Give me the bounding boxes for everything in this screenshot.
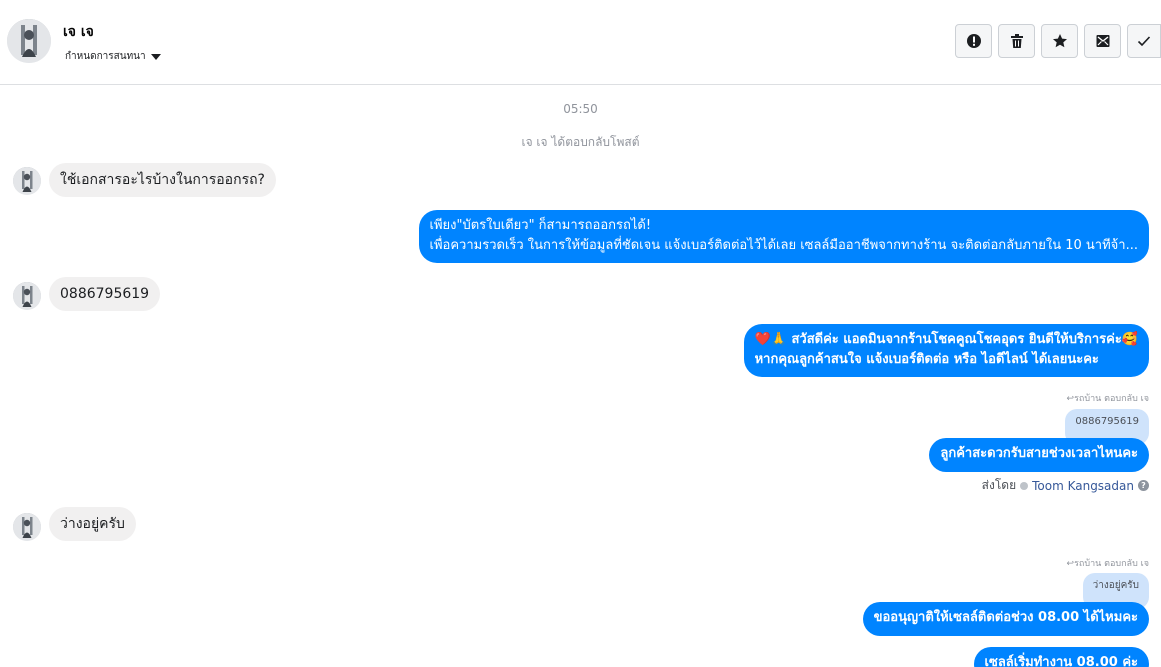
outgoing-message[interactable]: ลูกค้าสะดวกรับสายช่วงเวลาไหนคะ xyxy=(929,438,1149,472)
star-icon xyxy=(1052,34,1067,48)
message-timestamp: 05:50 xyxy=(563,102,598,116)
sender-avatar[interactable] xyxy=(13,282,41,310)
reply-to-label: ↩รถบ้าน ตอบกลับ เจ xyxy=(1066,559,1149,569)
help-icon[interactable]: ? xyxy=(1138,480,1149,491)
alert-icon xyxy=(966,34,981,48)
star-button[interactable] xyxy=(1041,24,1078,58)
mark-unread-button[interactable] xyxy=(1084,24,1121,58)
delete-button[interactable] xyxy=(998,24,1035,58)
caret-down-icon xyxy=(150,53,161,60)
outgoing-message[interactable]: เซลล์เริ่มทำงาน 08.00 ค่ะ xyxy=(973,647,1149,667)
incoming-message[interactable]: 0886795619 xyxy=(49,277,161,311)
mark-unread-icon xyxy=(1096,35,1109,47)
agent-name-link[interactable]: Toom Kangsadan xyxy=(1032,479,1134,493)
message-line: เพียง"บัตรใบเดียว" ก็สามารถออกรถได้! xyxy=(429,218,652,233)
mark-spam-button[interactable] xyxy=(955,24,992,58)
trash-icon xyxy=(1010,34,1023,48)
incoming-message[interactable]: ใช้เอกสารอะไรบ้างในการออกรถ? xyxy=(49,163,276,197)
conversation-header: เจ เจ กำหนดการสนทนา xyxy=(0,0,1161,85)
incoming-message[interactable]: ว่างอยู่ครับ xyxy=(49,507,136,541)
mark-done-button[interactable] xyxy=(1127,24,1161,58)
reply-to-label: ↩รถบ้าน ตอบกลับ เจ xyxy=(1066,394,1149,404)
conversation-toolbar xyxy=(955,24,1161,58)
sent-by-prefix: ส่งโดย xyxy=(981,478,1017,492)
sender-avatar[interactable] xyxy=(13,167,41,195)
contact-avatar[interactable] xyxy=(7,19,51,63)
outgoing-message[interactable]: ❤️🙏 สวัสดีค่ะ แอดมินจากร้านโชคคูณโชคอุดร… xyxy=(743,324,1149,377)
sent-by-info: ส่งโดย Toom Kangsadan ? xyxy=(982,476,1149,495)
message-line: เพื่อความรวดเร็ว ในการให้ข้อมูลที่ชัดเจน… xyxy=(429,238,1138,253)
conversation-label-dropdown[interactable]: กำหนดการสนทนา xyxy=(65,49,161,64)
sender-avatar[interactable] xyxy=(13,513,41,541)
outgoing-message[interactable]: ขออนุญาติให้เซลล์ติดต่อช่วง 08.00 ได้ไหม… xyxy=(862,602,1149,636)
message-thread[interactable]: 05:50 เจ เจ ได้ตอบกลับโพสต์ ใช้เอกสารอะไ… xyxy=(0,86,1161,667)
agent-status-icon xyxy=(1020,481,1029,490)
check-icon xyxy=(1137,36,1151,47)
outgoing-message[interactable]: เพียง"บัตรใบเดียว" ก็สามารถออกรถได้! เพื… xyxy=(418,210,1149,263)
contact-name[interactable]: เจ เจ xyxy=(63,21,94,43)
message-line: ❤️🙏 สวัสดีค่ะ แอดมินจากร้านโชคคูณโชคอุดร… xyxy=(754,332,1138,347)
message-line: หากคุณลูกค้าสนใจ แจ้งเบอร์ติดต่อ หรือ ไอ… xyxy=(754,352,1099,367)
label-dropdown-text: กำหนดการสนทนา xyxy=(65,51,146,62)
post-reply-notice: เจ เจ ได้ตอบกลับโพสต์ xyxy=(521,135,640,149)
